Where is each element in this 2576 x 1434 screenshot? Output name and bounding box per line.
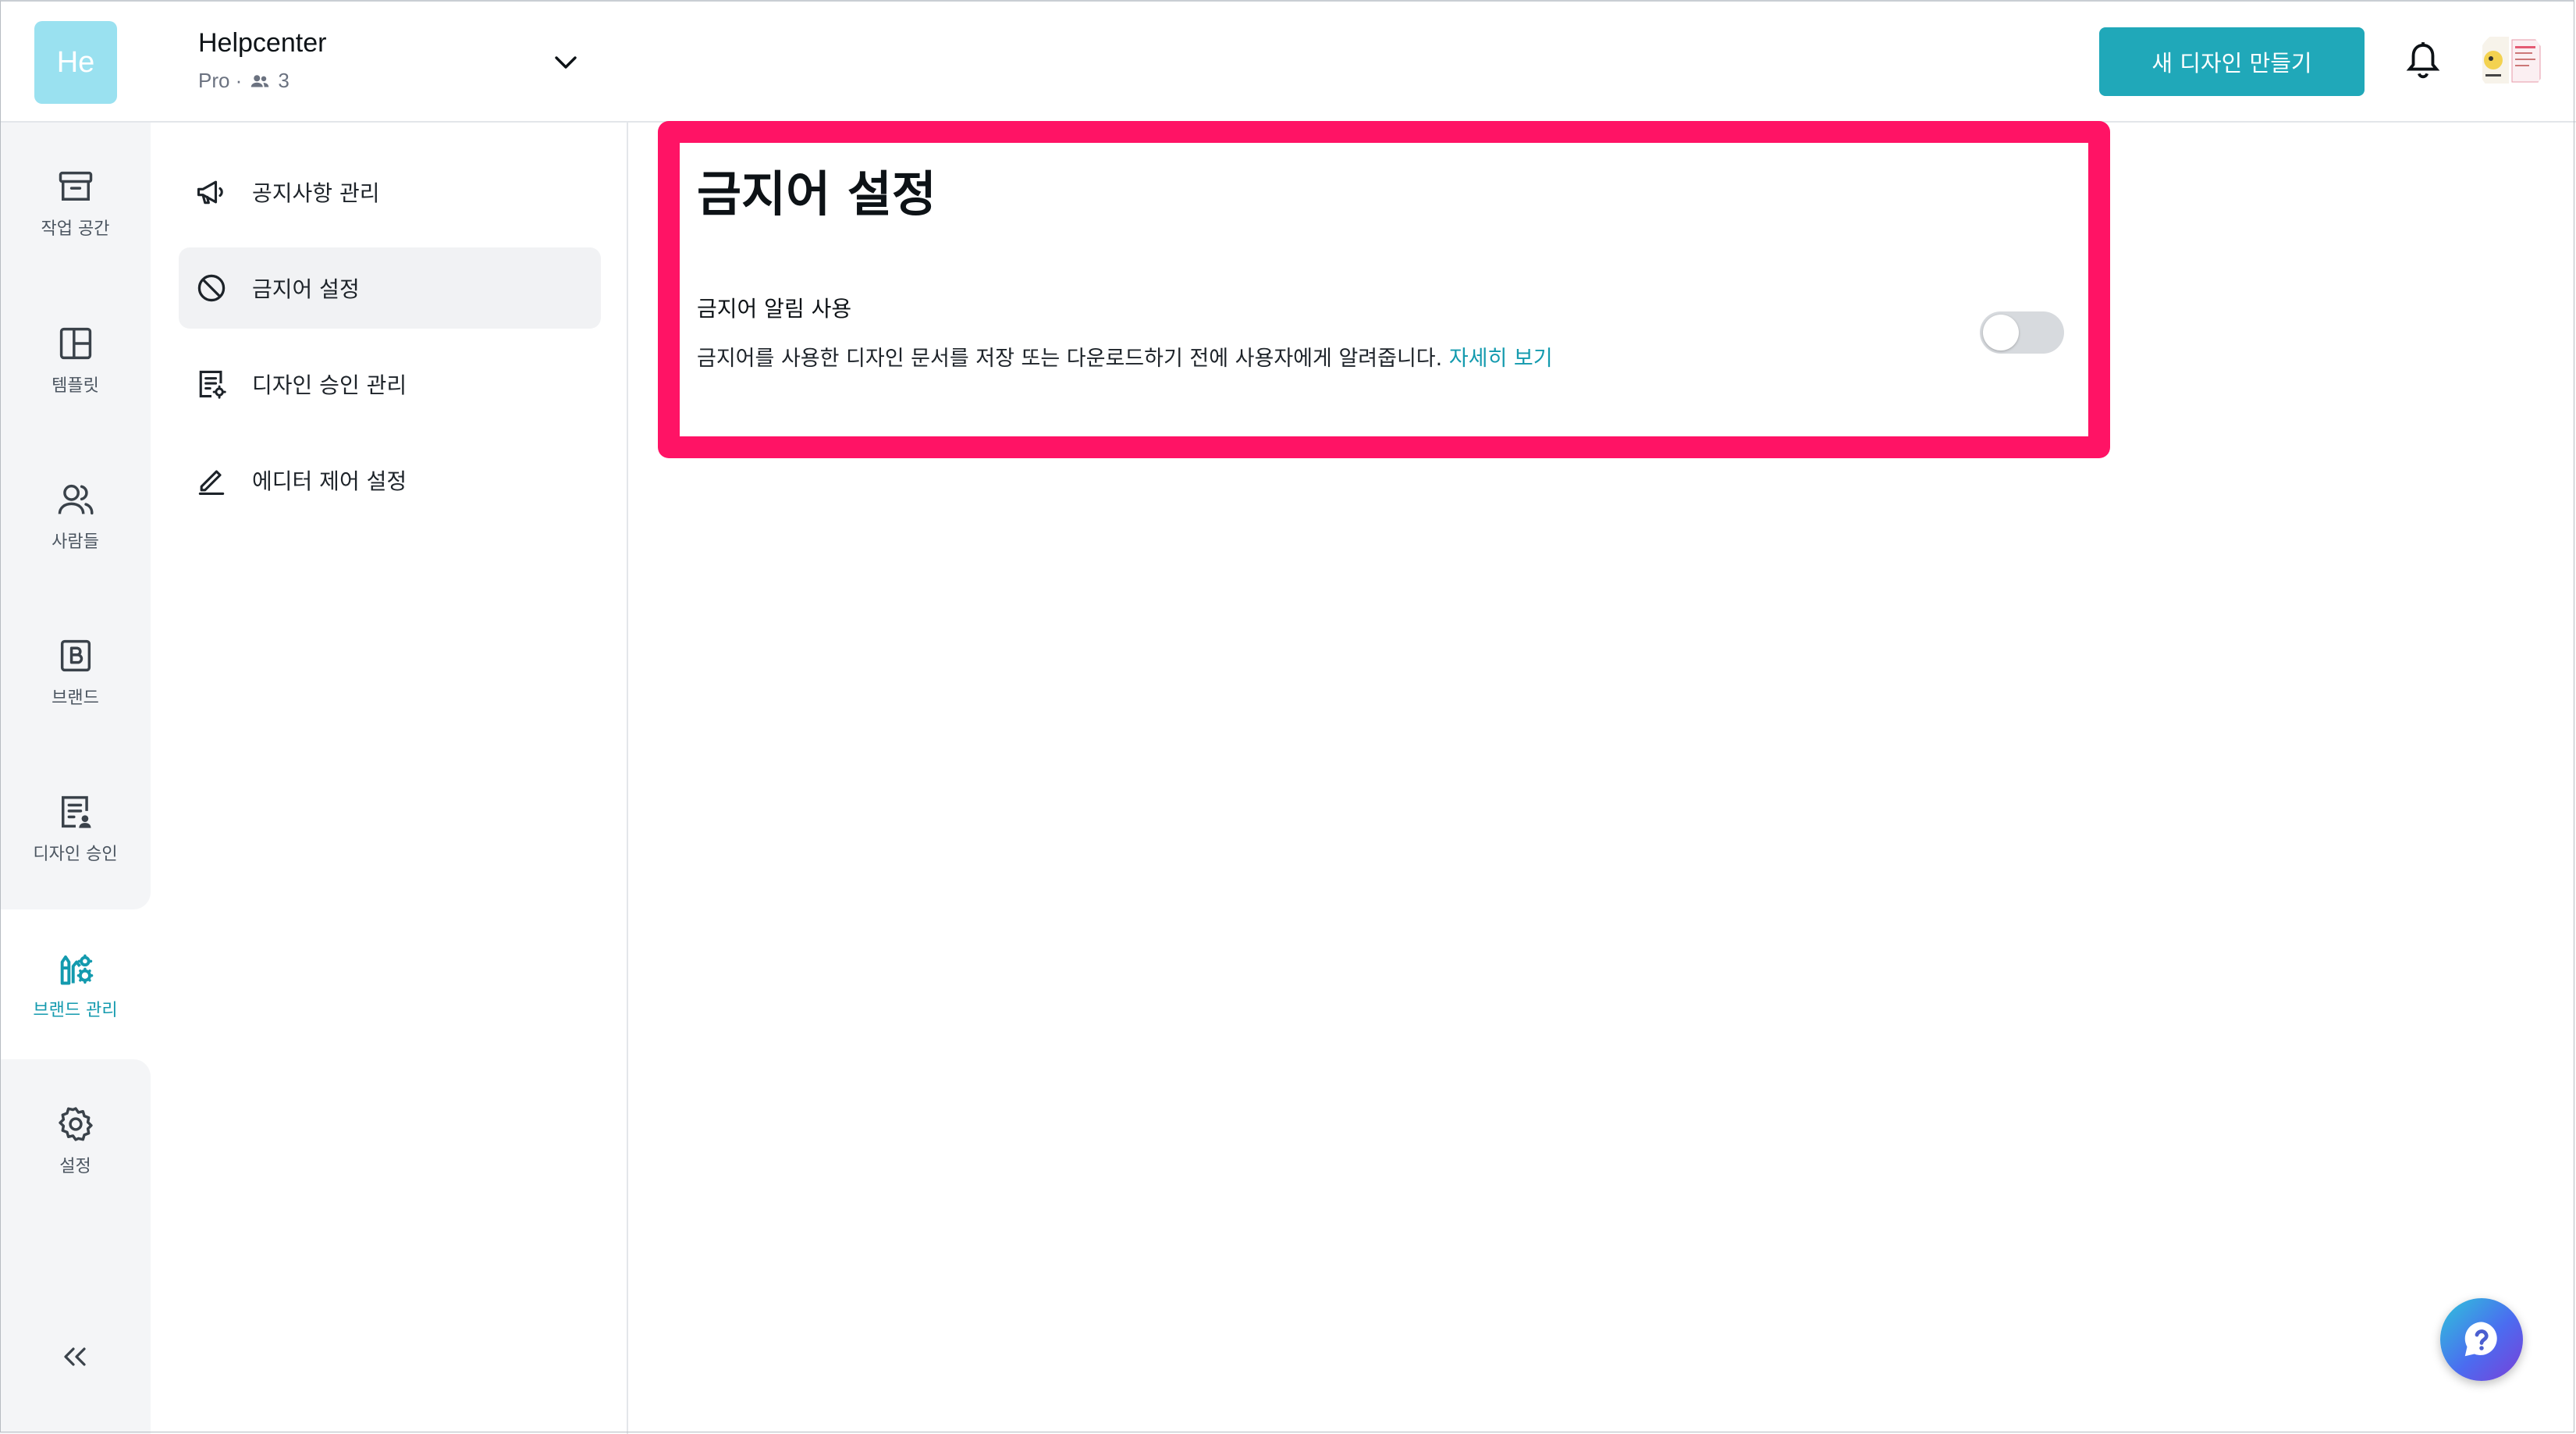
team-switcher-chevron-icon[interactable]	[546, 47, 585, 78]
submenu-item-announcements[interactable]: 공지사항 관리	[179, 151, 601, 233]
pencil-icon	[198, 470, 225, 495]
help-chat-button[interactable]	[2440, 1298, 2523, 1381]
rail-item-templates[interactable]: 템플릿	[0, 323, 151, 397]
team-member-count: 3	[278, 69, 290, 92]
prohibited-words-alert-description: 금지어를 사용한 디자인 문서를 저장 또는 다운로드하기 전에 사용자에게 알…	[697, 341, 1553, 372]
template-layout-icon	[59, 327, 91, 360]
rail-label-brand: 브랜드	[52, 689, 99, 708]
submenu-item-prohibited-words[interactable]: 금지어 설정	[179, 247, 601, 329]
rail-item-brand-management[interactable]: 브랜드 관리	[0, 948, 151, 1021]
setting-description-text: 금지어를 사용한 디자인 문서를 저장 또는 다운로드하기 전에 사용자에게 알…	[697, 347, 1443, 371]
team-name[interactable]: Helpcenter	[198, 28, 326, 59]
team-meta: Pro · 3	[198, 69, 290, 93]
rail-item-design-approval[interactable]: 디자인 승인	[0, 792, 151, 865]
toggle-knob	[1983, 315, 2019, 350]
rail-item-brand[interactable]: 브랜드	[0, 635, 151, 709]
submenu-label-editor-control: 에디터 제어 설정	[252, 468, 407, 494]
megaphone-icon	[197, 180, 223, 205]
team-logo[interactable]: He	[34, 21, 117, 104]
bell-icon[interactable]	[2404, 39, 2443, 84]
submenu-label-prohibited-words: 금지어 설정	[252, 276, 360, 302]
rail-item-people[interactable]: 사람들	[0, 479, 151, 553]
rail-label-brand-management: 브랜드 관리	[33, 1001, 118, 1020]
rail-label-design-approval: 디자인 승인	[33, 845, 118, 864]
collapse-sidebar-icon[interactable]	[55, 1336, 95, 1377]
learn-more-link[interactable]: 자세히 보기	[1449, 347, 1553, 371]
rail-label-workspace: 작업 공간	[41, 219, 110, 239]
user-avatar[interactable]	[2478, 29, 2545, 96]
prohibited-words-alert-toggle[interactable]	[1980, 311, 2064, 354]
submenu-label-announcements: 공지사항 관리	[252, 180, 380, 206]
prohibited-icon	[197, 274, 226, 302]
design-approval-icon	[61, 795, 91, 828]
rail-label-settings: 설정	[59, 1157, 91, 1176]
rail-item-settings[interactable]: 설정	[0, 1104, 151, 1177]
archive-box-icon	[59, 171, 92, 201]
create-design-button[interactable]: 새 디자인 만들기	[2099, 27, 2365, 96]
submenu-item-editor-control[interactable]: 에디터 제어 설정	[179, 439, 601, 521]
prohibited-words-alert-label: 금지어 알림 사용	[697, 296, 852, 322]
submenu-item-design-approval-management[interactable]: 디자인 승인 관리	[179, 343, 601, 425]
rail-item-workspace[interactable]: 작업 공간	[0, 166, 151, 240]
gear-icon	[58, 1107, 93, 1141]
people-icon	[58, 484, 94, 515]
left-rail: 작업 공간 템플릿 사람들 브랜드 디자인 승인 브랜드 관리 설정	[0, 123, 151, 1434]
team-plan: Pro ·	[198, 69, 243, 92]
rail-label-people: 사람들	[52, 532, 99, 552]
page-title: 금지어 설정	[697, 165, 936, 222]
question-bubble-icon	[2464, 1322, 2497, 1357]
top-header: He Helpcenter Pro · 3 새 디자인 만들기	[0, 0, 2576, 123]
members-icon	[251, 74, 269, 87]
brand-management-submenu: 공지사항 관리 금지어 설정 디자인 승인 관리 에디터 제어 설정	[151, 123, 628, 1434]
submenu-label-design-approval-management: 디자인 승인 관리	[252, 372, 407, 398]
rail-label-templates: 템플릿	[52, 376, 99, 396]
document-gear-icon	[199, 370, 226, 399]
brand-management-icon	[60, 954, 93, 985]
brand-b-icon	[60, 639, 91, 672]
